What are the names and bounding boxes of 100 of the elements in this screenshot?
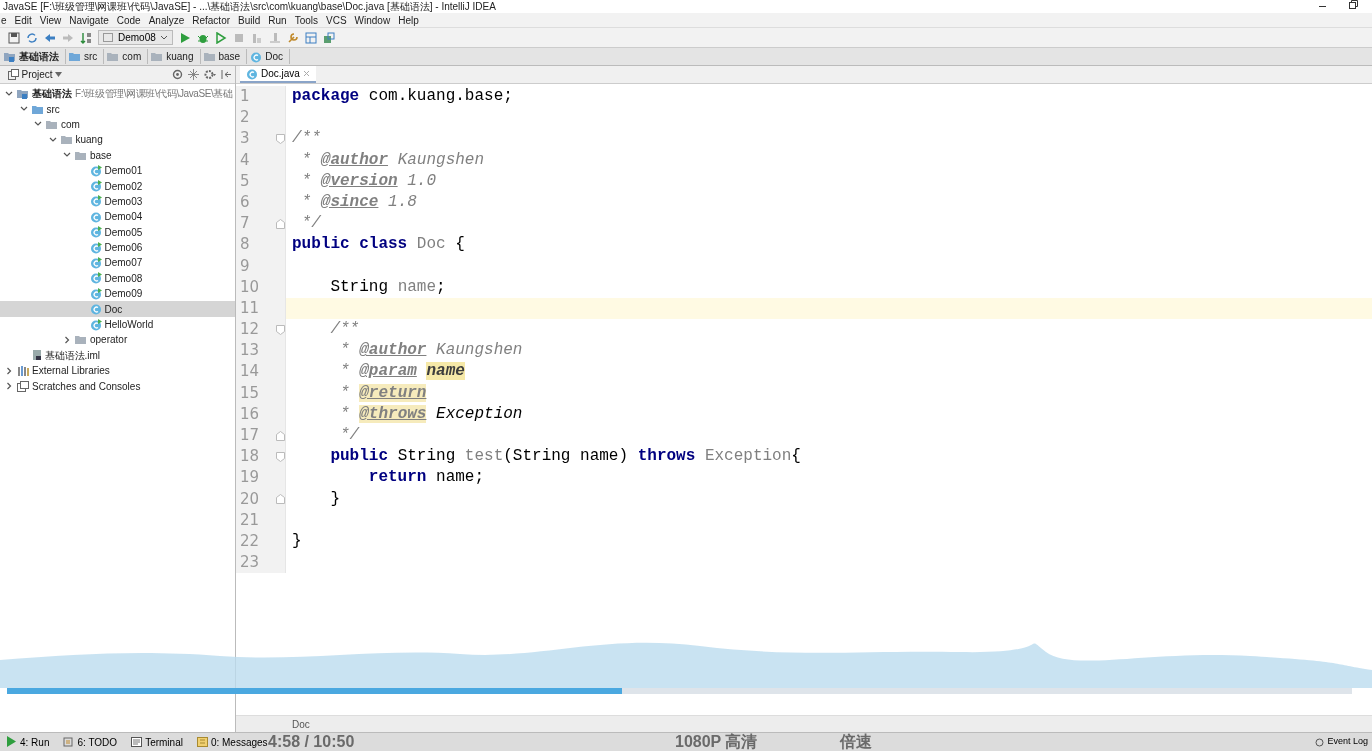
tree-item[interactable]: Demo04: [0, 209, 235, 225]
editor-breadcrumb[interactable]: Doc: [292, 716, 310, 732]
line-number: 5: [240, 170, 250, 192]
fold-icon[interactable]: [276, 430, 285, 441]
breadcrumb-item[interactable]: base: [218, 49, 241, 64]
collapse-icon[interactable]: [188, 69, 199, 80]
run-icon[interactable]: [178, 31, 191, 44]
tool-window-button[interactable]: 0: Messages: [196, 734, 268, 750]
line-number: 13: [240, 340, 260, 362]
sync-icon[interactable]: [26, 31, 38, 44]
breadcrumb-item[interactable]: src: [84, 49, 98, 64]
folder-icon: [46, 118, 58, 130]
module-icon: [4, 51, 16, 62]
save-icon[interactable]: [8, 31, 20, 44]
menu-item[interactable]: Navigate: [69, 12, 109, 28]
menu-item[interactable]: Build: [238, 12, 261, 28]
tree-item[interactable]: Demo09: [0, 286, 235, 302]
chart-icon[interactable]: [250, 31, 263, 44]
menu-item[interactable]: View: [39, 12, 62, 28]
tree-item[interactable]: base: [0, 147, 235, 163]
back-icon[interactable]: [44, 31, 56, 44]
menu-item[interactable]: Analyze: [148, 12, 185, 28]
tree-item[interactable]: Demo01: [0, 162, 235, 179]
folder-icon: [60, 134, 73, 146]
event-log-button[interactable]: Event Log: [1309, 734, 1372, 750]
restore-icon[interactable]: [1349, 0, 1358, 10]
run-icon: [6, 736, 17, 748]
fold-icon[interactable]: [276, 133, 285, 144]
tree-item[interactable]: Demo06: [0, 239, 235, 256]
settings-icon[interactable]: [204, 69, 216, 80]
menu-item[interactable]: Code: [116, 12, 141, 28]
code-line: package com.kuang.base;: [291, 86, 513, 107]
playback-time: 4:58 / 10:50: [268, 733, 355, 750]
fold-icon[interactable]: [276, 218, 285, 229]
progress-track[interactable]: [7, 688, 1352, 694]
run-configuration-dropdown[interactable]: Demo08: [98, 30, 173, 45]
breadcrumb-item[interactable]: Doc: [265, 49, 283, 64]
close-icon[interactable]: [302, 70, 310, 77]
structure-icon[interactable]: [304, 31, 317, 44]
tree-item[interactable]: Demo05: [0, 224, 235, 240]
breadcrumb-item[interactable]: com: [122, 49, 142, 64]
tree-item[interactable]: operator: [0, 332, 235, 348]
menu-item[interactable]: Window: [354, 12, 391, 28]
fold-icon[interactable]: [276, 451, 285, 462]
hide-panel-icon[interactable]: [221, 69, 231, 80]
line-number: 20: [240, 488, 260, 510]
fold-icon[interactable]: [276, 494, 285, 505]
quality-button[interactable]: 1080P 高清: [675, 733, 758, 750]
fold-icon[interactable]: [276, 324, 285, 335]
code-line: * @author Kaungshen: [300, 149, 485, 171]
line-number: 10: [240, 276, 260, 298]
tool-window-button[interactable]: 6: TODO: [63, 734, 118, 750]
coverage-icon[interactable]: [214, 31, 227, 44]
event-log-icon: [1315, 737, 1325, 747]
wrench-icon[interactable]: [286, 31, 299, 44]
stop-icon[interactable]: [232, 31, 245, 44]
tree-item[interactable]: 基础语法.iml: [0, 347, 235, 364]
code-line: String name;: [329, 276, 446, 298]
tree-item[interactable]: External Libraries: [0, 363, 235, 379]
tree-item[interactable]: com: [0, 116, 235, 133]
tree-item[interactable]: Demo07: [0, 255, 235, 271]
caret-icon[interactable]: [55, 72, 63, 77]
tree-item[interactable]: Demo03: [0, 193, 235, 210]
code-line: }: [329, 488, 340, 510]
libraries-icon: [17, 365, 29, 377]
file-icon: [31, 349, 42, 362]
folder-icon: [107, 51, 120, 62]
breadcrumb-item[interactable]: 基础语法: [19, 49, 59, 64]
locate-icon[interactable]: [172, 69, 183, 80]
line-number: 18: [240, 446, 260, 468]
menu-item[interactable]: VCS: [326, 12, 347, 28]
menu-item[interactable]: e: [1, 12, 7, 28]
line-number: 6: [240, 191, 250, 213]
tree-item[interactable]: Doc: [0, 301, 235, 317]
breadcrumb-item[interactable]: kuang: [166, 49, 194, 64]
tool-window-button[interactable]: Terminal: [131, 734, 183, 750]
tree-item[interactable]: Demo02: [0, 178, 235, 194]
menu-item[interactable]: Tools: [294, 12, 318, 28]
code-line: }: [291, 530, 302, 552]
menu-item[interactable]: Refactor: [192, 12, 231, 28]
code-line: * @param name: [339, 361, 465, 383]
line-number: 21: [240, 509, 260, 531]
tree-item[interactable]: kuang: [0, 132, 235, 148]
build-icon[interactable]: [80, 31, 92, 44]
tree-item[interactable]: Demo08: [0, 270, 235, 287]
menu-item[interactable]: Help: [398, 12, 419, 28]
speed-button[interactable]: 倍速: [840, 733, 872, 750]
tree-item[interactable]: Scratches and Consoles: [0, 378, 235, 394]
layout-icon[interactable]: [322, 31, 335, 44]
chart-icon[interactable]: [268, 31, 281, 44]
menu-item[interactable]: Run: [268, 12, 287, 28]
tree-item[interactable]: HelloWorld: [0, 316, 235, 333]
forward-icon[interactable]: [62, 31, 74, 44]
tool-window-button[interactable]: 4: Run: [6, 734, 50, 750]
editor-tab[interactable]: Doc.java: [240, 66, 316, 83]
tree-item[interactable]: 基础语法: [32, 86, 72, 102]
tree-item[interactable]: src: [0, 101, 235, 117]
menu-item[interactable]: Edit: [14, 12, 32, 28]
caret-icon: [159, 34, 168, 41]
panel-title[interactable]: Project: [21, 67, 53, 82]
